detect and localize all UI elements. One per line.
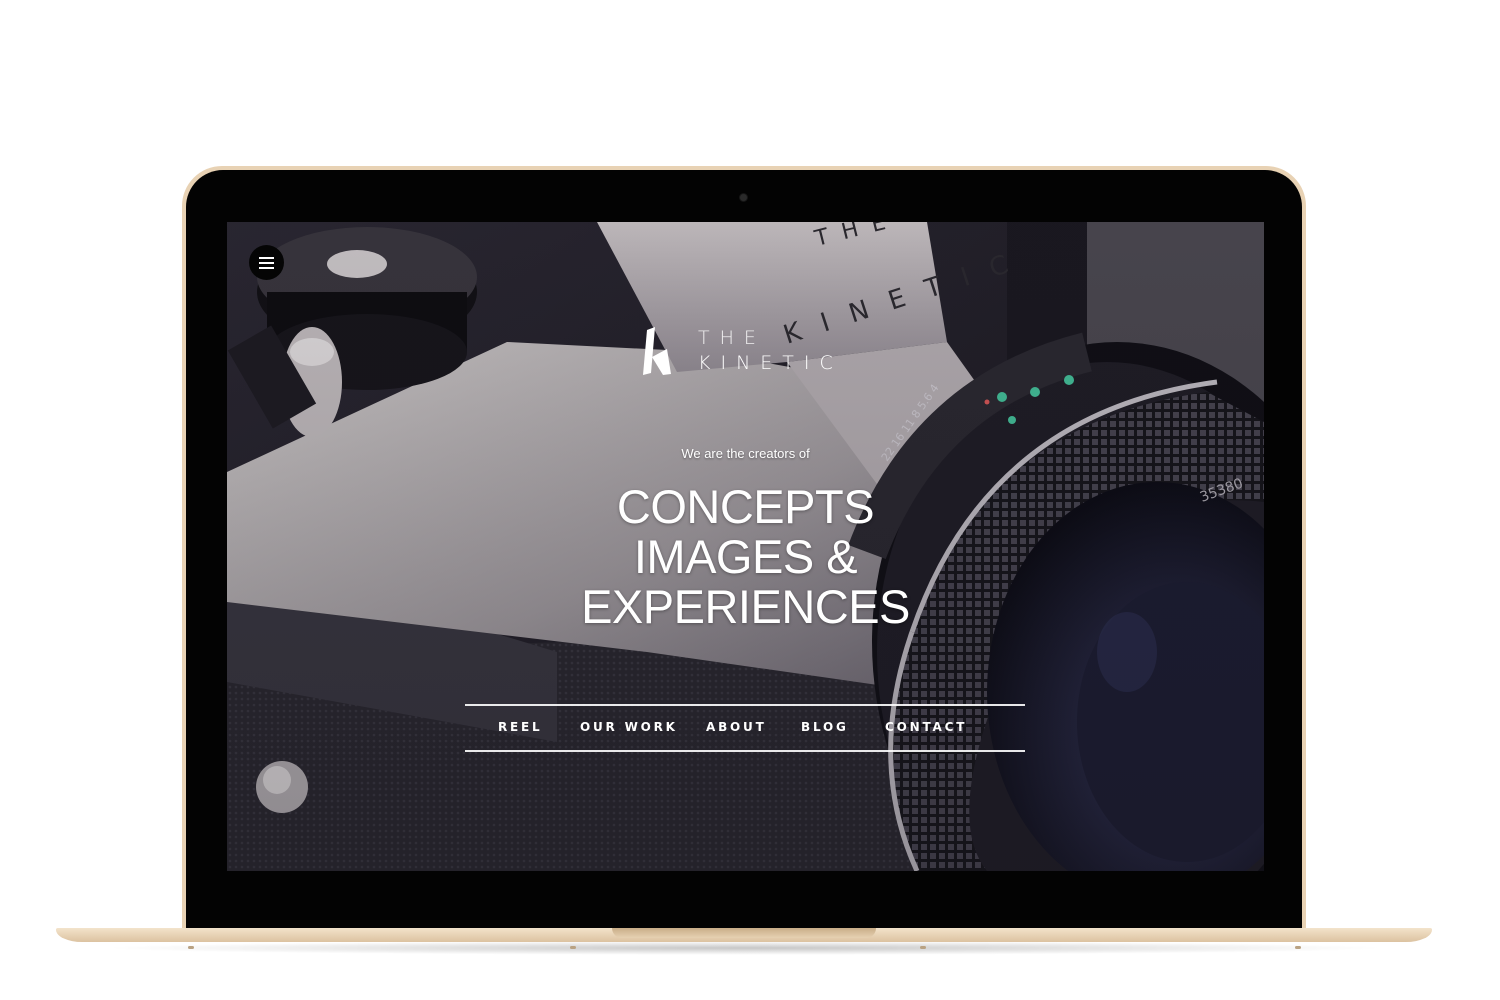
main-nav: REEL OUR WORK ABOUT BLOG CONTACT: [465, 704, 1025, 752]
nav-item-our-work[interactable]: OUR WORK: [580, 720, 678, 734]
nav-item-contact[interactable]: CONTACT: [885, 720, 967, 734]
site-logo[interactable]: THE KINETIC: [641, 325, 851, 380]
headline-line-1: CONCEPTS: [616, 480, 875, 533]
laptop-foot: [920, 946, 926, 949]
nav-item-about[interactable]: ABOUT: [706, 720, 767, 734]
laptop-screen: THE KINETIC 22 16 11 8 5.6 4: [227, 222, 1264, 871]
nav-item-blog[interactable]: BLOG: [801, 720, 849, 734]
headline-line-3: EXPERIENCES: [581, 580, 910, 633]
menu-button[interactable]: [249, 245, 284, 280]
nav-item-reel[interactable]: REEL: [498, 720, 542, 734]
hero-tagline: We are the creators of: [681, 446, 810, 461]
webcam: [740, 194, 747, 201]
laptop-hinge-notch: [612, 928, 876, 938]
laptop-shadow: [100, 941, 1390, 955]
k-logo-mark-icon: [643, 327, 671, 375]
laptop-foot: [1295, 946, 1301, 949]
laptop-foot: [188, 946, 194, 949]
headline-line-2: IMAGES &: [633, 530, 858, 583]
logo-text-the: THE: [698, 327, 766, 349]
hero-headline: CONCEPTS IMAGES & EXPERIENCES: [227, 482, 1264, 632]
logo-text-kinetic: KINETIC: [698, 352, 843, 374]
laptop-foot: [570, 946, 576, 949]
